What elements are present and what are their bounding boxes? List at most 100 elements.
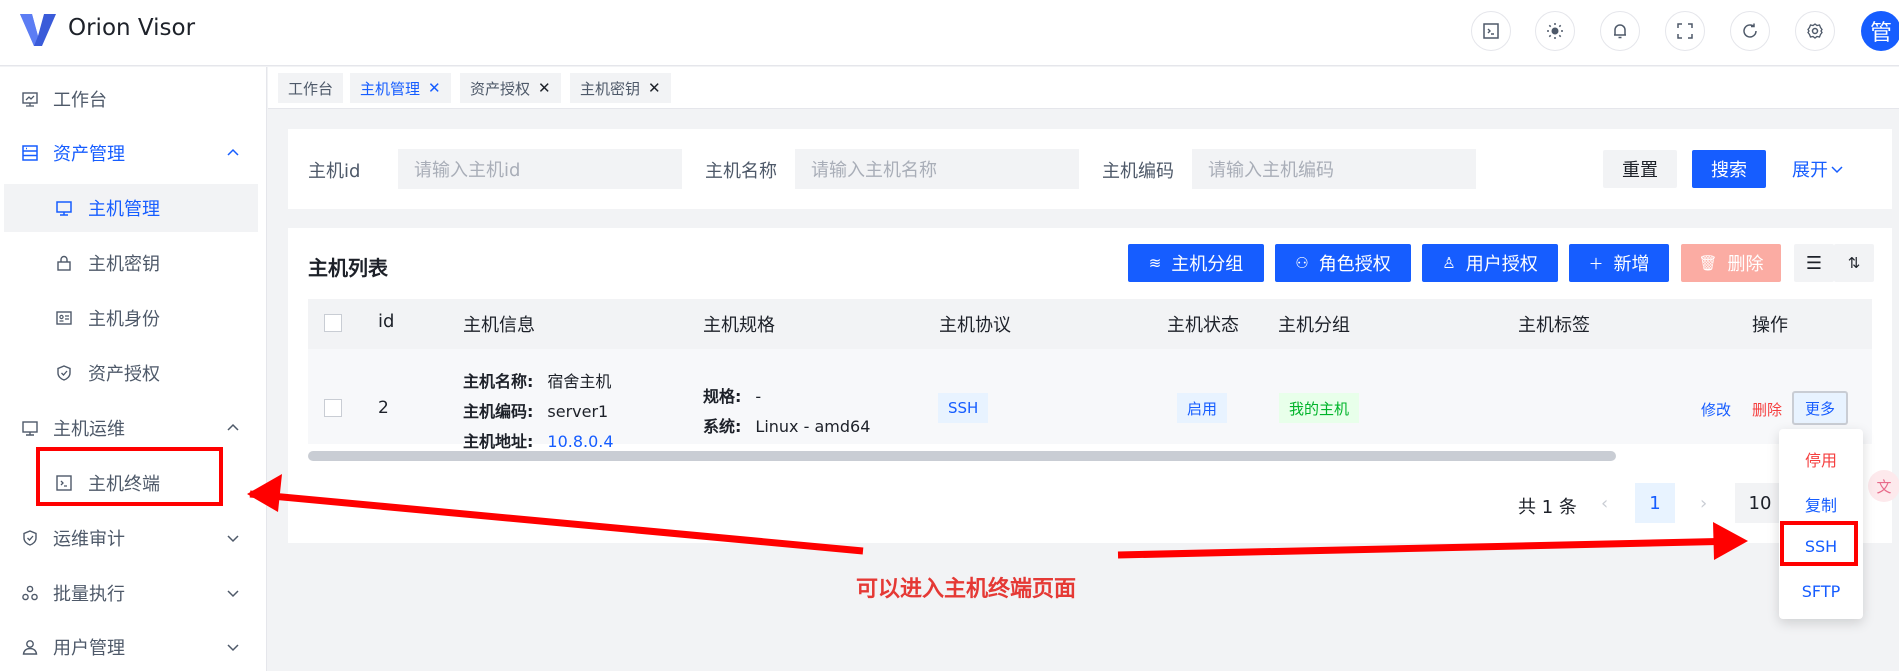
monitor-icon — [54, 198, 74, 218]
field-label: 主机地址: — [463, 432, 534, 451]
bell-icon[interactable] — [1600, 11, 1640, 51]
search-button[interactable]: 搜索 — [1692, 150, 1766, 188]
table-header — [308, 299, 1872, 349]
spec-value: - — [755, 387, 762, 406]
close-icon[interactable]: ✕ — [538, 79, 551, 97]
sidebar-item-label: 运维审计 — [53, 529, 125, 550]
field-label: 规格: — [703, 387, 742, 406]
chevron-down-icon — [227, 590, 239, 598]
field-label: 主机编码: — [463, 402, 534, 421]
chevron-up-icon — [227, 148, 239, 156]
theme-icon[interactable] — [1535, 11, 1575, 51]
delete-link[interactable]: 删除 — [1752, 399, 1782, 420]
sidebar-item-label: 主机身份 — [88, 309, 160, 330]
sidebar-item-batch-exec[interactable]: 批量执行 — [0, 569, 258, 617]
cell-host-address: 主机地址: 10.8.0.4 — [463, 428, 614, 452]
tab-host-keys[interactable]: 主机密钥 ✕ — [570, 73, 671, 103]
sidebar-item-label: 主机运维 — [53, 419, 125, 440]
host-group-button[interactable]: ≋ 主机分组 — [1128, 244, 1264, 282]
tab-asset-authorization[interactable]: 资产授权 ✕ — [460, 73, 561, 103]
close-icon[interactable]: ✕ — [648, 79, 661, 97]
sidebar-item-label: 批量执行 — [53, 584, 125, 605]
protocol-tag: SSH — [938, 393, 989, 423]
select-all-checkbox[interactable] — [324, 314, 342, 332]
more-button[interactable]: 更多 — [1792, 391, 1848, 425]
delete-button[interactable]: 🗑 删除 — [1681, 244, 1781, 282]
host-code-value: server1 — [547, 402, 609, 421]
close-icon[interactable]: ✕ — [428, 79, 441, 97]
column-header-actions: 操作 — [1752, 315, 1788, 336]
reset-button[interactable]: 重置 — [1603, 150, 1677, 188]
host-name-input[interactable]: 请输入主机名称 — [795, 149, 1079, 189]
more-dropdown-menu: 停用 复制 SSH SFTP — [1779, 429, 1863, 619]
menu-item-sftp[interactable]: SFTP — [1779, 582, 1863, 601]
chevron-down-icon — [1831, 166, 1843, 174]
table-title: 主机列表 — [308, 256, 388, 280]
chevron-down-icon — [227, 644, 239, 652]
sidebar-item-user-management[interactable]: 用户管理 — [0, 623, 258, 671]
sidebar-item-host-identity[interactable]: 主机身份 — [0, 294, 258, 342]
sidebar-item-host-terminal[interactable]: 主机终端 — [0, 459, 258, 507]
menu-item-ssh[interactable]: SSH — [1779, 537, 1863, 556]
cell-id: 2 — [378, 398, 389, 418]
page-1-button[interactable]: 1 — [1635, 483, 1675, 523]
host-code-input[interactable]: 请输入主机编码 — [1192, 149, 1476, 189]
edit-link[interactable]: 修改 — [1701, 399, 1731, 420]
sidebar-item-label: 主机管理 — [88, 199, 160, 220]
sidebar-item-workbench[interactable]: 工作台 — [0, 75, 258, 123]
settings-icon[interactable] — [1795, 11, 1835, 51]
user-icon: ♙ — [1442, 254, 1456, 272]
pagination-total: 共 1 条 — [1518, 497, 1577, 518]
row-checkbox[interactable] — [324, 399, 342, 417]
user-icon — [20, 637, 40, 657]
button-label: 用户授权 — [1465, 254, 1538, 275]
menu-item-disable[interactable]: 停用 — [1779, 447, 1863, 471]
prev-page-icon[interactable]: ‹ — [1601, 493, 1608, 514]
host-id-input[interactable]: 请输入主机id — [398, 149, 682, 189]
tab-workbench[interactable]: 工作台 — [278, 73, 344, 103]
status-badge: 启用 — [1177, 393, 1228, 423]
dashboard-icon — [20, 89, 40, 109]
column-header-protocol: 主机协议 — [939, 315, 1011, 336]
role-auth-button[interactable]: ⚇ 角色授权 — [1275, 244, 1411, 282]
desktop-icon — [20, 418, 40, 438]
button-label: 主机分组 — [1171, 254, 1244, 275]
sidebar-item-host-ops[interactable]: 主机运维 — [0, 404, 258, 452]
sidebar-item-host-management[interactable]: 主机管理 — [4, 184, 258, 232]
refresh-icon[interactable] — [1730, 11, 1770, 51]
translate-icon[interactable]: 文 — [1868, 470, 1899, 502]
field-label: 系统: — [703, 417, 742, 436]
button-label: 角色授权 — [1318, 254, 1391, 275]
sidebar-item-asset-authorization[interactable]: 资产授权 — [0, 349, 258, 397]
avatar[interactable]: 管 — [1861, 11, 1899, 51]
shield-check-icon — [20, 528, 40, 548]
cluster-icon — [20, 583, 40, 603]
tab-host-management[interactable]: 主机管理 ✕ — [350, 73, 451, 103]
shield-icon — [54, 363, 74, 383]
terminal-icon[interactable] — [1471, 11, 1511, 51]
list-view-icon[interactable]: ☰ — [1794, 244, 1834, 282]
next-page-icon[interactable]: › — [1700, 493, 1707, 514]
sidebar-item-host-keys[interactable]: 主机密钥 — [0, 239, 258, 287]
column-header-id: id — [378, 311, 395, 332]
page-size-select[interactable]: 10 — [1735, 483, 1785, 523]
add-button[interactable]: ＋ 新增 — [1569, 244, 1669, 282]
sidebar-item-label: 资产授权 — [88, 364, 160, 385]
user-auth-button[interactable]: ♙ 用户授权 — [1422, 244, 1558, 282]
menu-item-copy[interactable]: 复制 — [1779, 492, 1863, 516]
sidebar: 工作台 资产管理 主机管理 主机密钥 主机身份 资产授权 主机运维 主机终端 运… — [0, 67, 267, 671]
column-header-status: 主机状态 — [1167, 315, 1239, 336]
sidebar-item-asset-management[interactable]: 资产管理 — [0, 129, 258, 177]
trash-icon: 🗑 — [1698, 254, 1718, 272]
storage-icon — [20, 143, 40, 163]
sidebar-item-ops-audit[interactable]: 运维审计 — [0, 514, 258, 562]
fullscreen-icon[interactable] — [1665, 11, 1705, 51]
horizontal-scrollbar[interactable] — [308, 451, 1616, 461]
cell-host-name: 主机名称: 宿舍主机 — [463, 368, 611, 392]
sidebar-item-label: 主机终端 — [88, 474, 160, 495]
host-address-link[interactable]: 10.8.0.4 — [547, 432, 613, 451]
chevron-up-icon — [227, 423, 239, 431]
column-header-tags: 主机标签 — [1518, 315, 1590, 336]
sort-icon[interactable]: ⇅ — [1834, 244, 1874, 282]
expand-button[interactable]: 展开 — [1788, 150, 1848, 188]
